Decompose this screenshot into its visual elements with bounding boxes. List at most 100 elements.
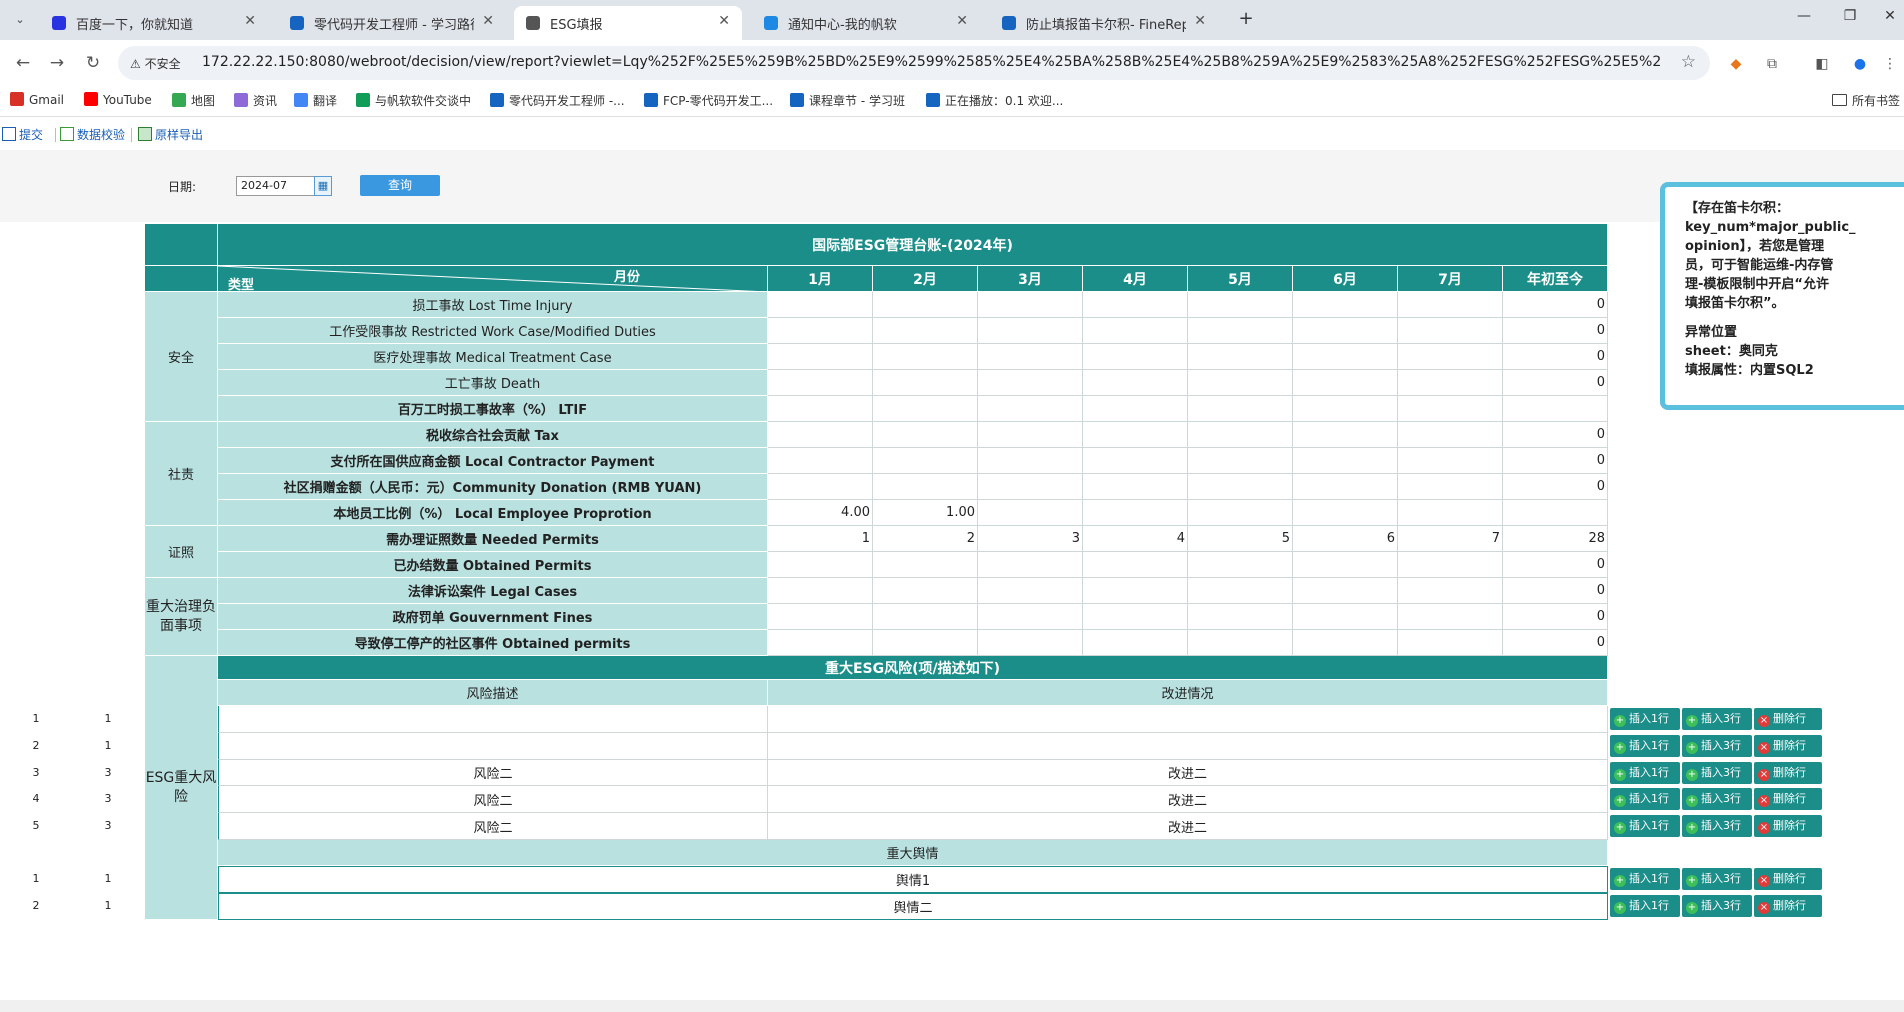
- month-value-cell[interactable]: [1083, 448, 1188, 474]
- month-value-cell[interactable]: [1188, 630, 1293, 656]
- month-value-cell[interactable]: [1293, 292, 1398, 318]
- insert-3-rows-button[interactable]: + 插入3行: [1682, 735, 1752, 757]
- month-value-cell[interactable]: [1188, 422, 1293, 448]
- month-value-cell[interactable]: [1188, 552, 1293, 578]
- month-value-cell[interactable]: [1188, 370, 1293, 396]
- insert-3-rows-button[interactable]: + 插入3行: [1682, 815, 1752, 837]
- risk-improve-cell[interactable]: 改进二: [768, 786, 1608, 813]
- month-value-cell[interactable]: [1398, 396, 1503, 422]
- month-value-cell[interactable]: [978, 318, 1083, 344]
- month-value-cell[interactable]: [1398, 552, 1503, 578]
- month-value-cell[interactable]: [1293, 604, 1398, 630]
- insert-3-rows-button[interactable]: + 插入3行: [1682, 868, 1752, 890]
- month-value-cell[interactable]: [768, 448, 873, 474]
- month-value-cell[interactable]: 1: [768, 526, 873, 552]
- month-value-cell[interactable]: [1188, 292, 1293, 318]
- month-value-cell[interactable]: [873, 552, 978, 578]
- opinion-cell[interactable]: 舆情1: [218, 866, 1608, 893]
- month-value-cell[interactable]: 1.00: [873, 500, 978, 526]
- insert-1-row-button[interactable]: + 插入1行: [1610, 708, 1680, 730]
- insert-1-row-button[interactable]: + 插入1行: [1610, 735, 1680, 757]
- month-value-cell[interactable]: [1398, 344, 1503, 370]
- insert-3-rows-button[interactable]: + 插入3行: [1682, 895, 1752, 917]
- insert-1-row-button[interactable]: + 插入1行: [1610, 762, 1680, 784]
- month-value-cell[interactable]: [873, 604, 978, 630]
- month-value-cell[interactable]: [768, 422, 873, 448]
- month-value-cell[interactable]: [873, 318, 978, 344]
- month-value-cell[interactable]: [873, 292, 978, 318]
- month-value-cell[interactable]: [768, 344, 873, 370]
- month-value-cell[interactable]: [1083, 292, 1188, 318]
- month-value-cell[interactable]: [978, 474, 1083, 500]
- month-value-cell[interactable]: [873, 630, 978, 656]
- month-value-cell[interactable]: [1293, 578, 1398, 604]
- month-value-cell[interactable]: [1398, 500, 1503, 526]
- month-value-cell[interactable]: [1188, 578, 1293, 604]
- month-value-cell[interactable]: 6: [1293, 526, 1398, 552]
- risk-desc-cell[interactable]: [218, 733, 768, 760]
- insert-3-rows-button[interactable]: + 插入3行: [1682, 708, 1752, 730]
- month-value-cell[interactable]: [1083, 552, 1188, 578]
- month-value-cell[interactable]: [768, 318, 873, 344]
- month-value-cell[interactable]: [1188, 396, 1293, 422]
- month-value-cell[interactable]: [1398, 448, 1503, 474]
- month-value-cell[interactable]: [978, 604, 1083, 630]
- month-value-cell[interactable]: [873, 344, 978, 370]
- month-value-cell[interactable]: 2: [873, 526, 978, 552]
- insert-1-row-button[interactable]: + 插入1行: [1610, 895, 1680, 917]
- month-value-cell[interactable]: [1083, 604, 1188, 630]
- month-value-cell[interactable]: [768, 292, 873, 318]
- month-value-cell[interactable]: [978, 370, 1083, 396]
- month-value-cell[interactable]: [978, 448, 1083, 474]
- insert-3-rows-button[interactable]: + 插入3行: [1682, 762, 1752, 784]
- delete-row-button[interactable]: × 删除行: [1754, 735, 1822, 757]
- month-value-cell[interactable]: [1293, 318, 1398, 344]
- month-value-cell[interactable]: [978, 630, 1083, 656]
- month-value-cell[interactable]: [1293, 500, 1398, 526]
- month-value-cell[interactable]: 3: [978, 526, 1083, 552]
- month-value-cell[interactable]: [1293, 396, 1398, 422]
- month-value-cell[interactable]: [768, 630, 873, 656]
- month-value-cell[interactable]: [978, 578, 1083, 604]
- month-value-cell[interactable]: [1293, 370, 1398, 396]
- month-value-cell[interactable]: [1083, 396, 1188, 422]
- delete-row-button[interactable]: × 删除行: [1754, 708, 1822, 730]
- month-value-cell[interactable]: [1083, 370, 1188, 396]
- month-value-cell[interactable]: [873, 422, 978, 448]
- month-value-cell[interactable]: [978, 292, 1083, 318]
- month-value-cell[interactable]: 7: [1398, 526, 1503, 552]
- month-value-cell[interactable]: [1083, 474, 1188, 500]
- delete-row-button[interactable]: × 删除行: [1754, 815, 1822, 837]
- insert-3-rows-button[interactable]: + 插入3行: [1682, 788, 1752, 810]
- month-value-cell[interactable]: [1398, 318, 1503, 344]
- month-value-cell[interactable]: 4.00: [768, 500, 873, 526]
- month-value-cell[interactable]: [1398, 370, 1503, 396]
- risk-desc-cell[interactable]: [218, 706, 768, 733]
- delete-row-button[interactable]: × 删除行: [1754, 895, 1822, 917]
- month-value-cell[interactable]: [1083, 578, 1188, 604]
- month-value-cell[interactable]: [1188, 500, 1293, 526]
- month-value-cell[interactable]: [978, 552, 1083, 578]
- month-value-cell[interactable]: [873, 578, 978, 604]
- month-value-cell[interactable]: [1083, 344, 1188, 370]
- month-value-cell[interactable]: [1188, 448, 1293, 474]
- month-value-cell[interactable]: [1398, 604, 1503, 630]
- month-value-cell[interactable]: [1293, 630, 1398, 656]
- month-value-cell[interactable]: [1398, 292, 1503, 318]
- month-value-cell[interactable]: [978, 500, 1083, 526]
- delete-row-button[interactable]: × 删除行: [1754, 762, 1822, 784]
- risk-improve-cell[interactable]: 改进二: [768, 813, 1608, 840]
- month-value-cell[interactable]: [1188, 318, 1293, 344]
- insert-1-row-button[interactable]: + 插入1行: [1610, 788, 1680, 810]
- month-value-cell[interactable]: [1293, 448, 1398, 474]
- month-value-cell[interactable]: [1188, 344, 1293, 370]
- delete-row-button[interactable]: × 删除行: [1754, 788, 1822, 810]
- month-value-cell[interactable]: [873, 370, 978, 396]
- month-value-cell[interactable]: 4: [1083, 526, 1188, 552]
- insert-1-row-button[interactable]: + 插入1行: [1610, 815, 1680, 837]
- month-value-cell[interactable]: [978, 396, 1083, 422]
- risk-desc-cell[interactable]: 风险二: [218, 813, 768, 840]
- month-value-cell[interactable]: [1293, 474, 1398, 500]
- month-value-cell[interactable]: [768, 396, 873, 422]
- month-value-cell[interactable]: [873, 396, 978, 422]
